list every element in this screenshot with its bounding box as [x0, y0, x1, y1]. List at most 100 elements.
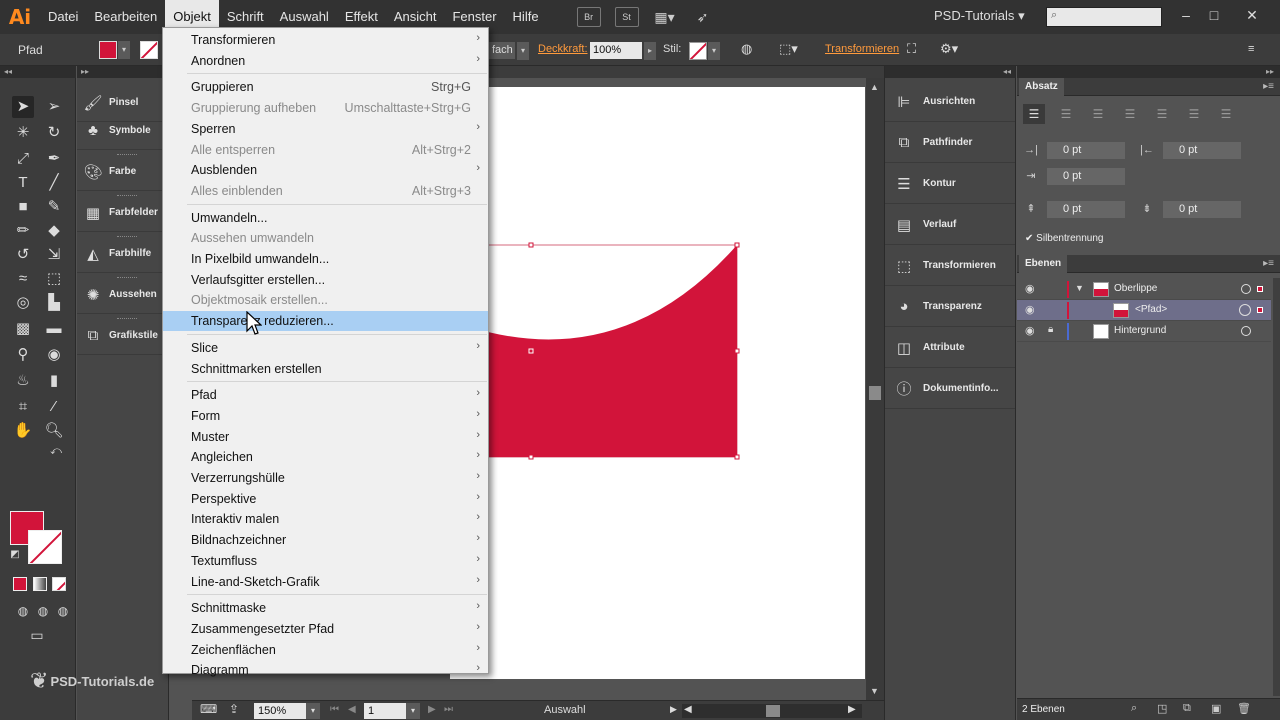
paintbrush-tool-icon[interactable]: ✎	[43, 196, 65, 218]
arrange-documents-icon[interactable]: ▦▾	[653, 7, 677, 27]
blend-tool-icon[interactable]: ◉	[43, 344, 65, 366]
space-after-field[interactable]: 0 pt	[1163, 201, 1241, 218]
panel-farbfelder[interactable]: ▦ Farbfelder	[77, 194, 169, 232]
new-layer-icon[interactable]: ▣	[1211, 702, 1221, 715]
make-clipping-mask-icon[interactable]: ◳	[1157, 702, 1167, 715]
panel-verlauf[interactable]: ▤ Verlauf	[885, 205, 1015, 245]
menu-item-gruppieren[interactable]: Gruppieren Strg+G	[163, 77, 488, 97]
target-icon[interactable]	[1241, 284, 1251, 294]
perspective-grid-tool-icon[interactable]: ▙	[43, 292, 65, 314]
justify-all-icon[interactable]: ☰	[1215, 104, 1237, 124]
menu-item-textumfluss[interactable]: Textumfluss ›	[163, 551, 488, 571]
menu-item-schnittmaske[interactable]: Schnittmaske ›	[163, 598, 488, 618]
menu-item-interaktiv-malen[interactable]: Interaktiv malen ›	[163, 509, 488, 529]
paragraph-panel-menu-icon[interactable]: ▸≡	[1263, 81, 1274, 92]
indent-right-field[interactable]: 0 pt	[1163, 142, 1241, 159]
layer-row[interactable]: ◉ ▼ Oberlippe	[1017, 279, 1271, 300]
panel-symbole[interactable]: ♣ Symbole	[77, 112, 169, 150]
opacity-field[interactable]: 100%	[590, 42, 642, 59]
panel-farbhilfe[interactable]: ◭ Farbhilfe	[77, 235, 169, 273]
lasso-tool-icon[interactable]: ↻	[43, 122, 65, 144]
options-icon[interactable]: ⚙▾	[940, 41, 958, 57]
free-transform-tool-icon[interactable]: ⬚	[43, 268, 65, 290]
fill-swatch[interactable]	[99, 41, 117, 59]
maximize-icon[interactable]: □	[1202, 4, 1226, 26]
gpu-rocket-icon[interactable]: ➶	[691, 7, 715, 27]
layer-row[interactable]: ◉ <Pfad>	[1017, 300, 1271, 321]
right-dock-header[interactable]: ▸▸	[1017, 66, 1280, 78]
menu-item-transparenz-reduzieren[interactable]: Transparenz reduzieren...	[163, 311, 488, 332]
panel-kontur[interactable]: ☰ Kontur	[885, 164, 1015, 204]
space-before-field[interactable]: 0 pt	[1047, 201, 1125, 218]
layers-panel-menu-icon[interactable]: ▸≡	[1263, 258, 1274, 269]
align-center-icon[interactable]: ☰	[1055, 104, 1077, 124]
blend-mode-field[interactable]: fach	[489, 42, 515, 59]
blend-mode-dropdown[interactable]: ▾	[517, 42, 529, 60]
shape-builder-tool-icon[interactable]: ◎	[12, 292, 34, 314]
graph-tool-icon[interactable]: ▮	[43, 370, 65, 392]
stroke-swatch[interactable]	[140, 41, 158, 59]
menu-item-transformieren[interactable]: Transformieren ›	[163, 30, 488, 50]
pencil-tool-icon[interactable]: ✏	[12, 220, 34, 242]
artboard-tool-icon[interactable]: ⌗	[12, 396, 34, 418]
first-artboard-icon[interactable]: ⏮	[330, 704, 339, 715]
zoom-dropdown[interactable]: ▾	[306, 703, 320, 719]
tab-absatz[interactable]: Absatz	[1019, 78, 1064, 96]
direct-selection-tool-icon[interactable]: ➢	[43, 96, 65, 118]
workspace-switcher[interactable]: PSD-Tutorials ▾	[934, 8, 1025, 24]
left-dock-header[interactable]: ▸▸	[77, 66, 169, 78]
draw-normal-icon[interactable]: ◍	[12, 600, 34, 622]
menu-item-zusammengesetzter-pfad[interactable]: Zusammengesetzter Pfad ›	[163, 619, 488, 639]
menu-item-schnittmarken-erstellen[interactable]: Schnittmarken erstellen	[163, 359, 488, 379]
color-mode-icon[interactable]	[13, 577, 27, 591]
selection-indicator[interactable]	[1257, 307, 1263, 313]
line-tool-icon[interactable]: ╱	[43, 172, 65, 194]
new-sublayer-icon[interactable]: ⧉	[1183, 702, 1191, 715]
trash-icon[interactable]: 🗑︎	[1237, 702, 1251, 715]
menu-item-verlaufsgitter-erstellen[interactable]: Verlaufsgitter erstellen...	[163, 270, 488, 290]
red-shape[interactable]	[488, 245, 737, 457]
pen-tool-icon[interactable]: ⤢	[12, 148, 34, 170]
menu-item-sperren[interactable]: Sperren ›	[163, 119, 488, 139]
eye-icon[interactable]: ◉	[1025, 324, 1035, 337]
vertical-scroll-thumb[interactable]	[869, 386, 881, 400]
hyphenation-checkbox[interactable]: ✔ Silbentrennung	[1025, 233, 1103, 244]
slice-tool-icon[interactable]: ⁄	[43, 396, 65, 418]
layer-name[interactable]: <Pfad>	[1135, 304, 1167, 315]
panel-grafikstile[interactable]: ⧉ Grafikstile	[77, 317, 169, 355]
selection-tool-icon[interactable]: ➤	[12, 96, 34, 118]
gradient-mode-icon[interactable]	[33, 577, 47, 591]
menu-item-in-pixelbild-umwandeln[interactable]: In Pixelbild umwandeln...	[163, 249, 488, 269]
menu-item-muster[interactable]: Muster ›	[163, 427, 488, 447]
justify-left-icon[interactable]: ☰	[1119, 104, 1141, 124]
align-right-icon[interactable]: ☰	[1087, 104, 1109, 124]
status-menu-icon[interactable]: ▶	[670, 704, 677, 715]
zoom-tool-icon[interactable]: 🔍︎	[43, 420, 65, 442]
menu-item-zeichenflächen[interactable]: Zeichenflächen ›	[163, 640, 488, 660]
scale-tool-icon[interactable]: ⇲	[43, 244, 65, 266]
bridge-button[interactable]: Br	[576, 7, 601, 27]
type-tool-icon[interactable]: T	[12, 172, 34, 194]
layer-row[interactable]: ◉ 🔒︎ Hintergrund	[1017, 321, 1271, 342]
menu-item-slice[interactable]: Slice ›	[163, 338, 488, 358]
menu-item-bildnachzeichner[interactable]: Bildnachzeichner ›	[163, 530, 488, 550]
screen-mode-icon[interactable]: ▭	[26, 624, 48, 646]
panel-ausrichten[interactable]: ⊫ Ausrichten	[885, 82, 1015, 122]
mesh-tool-icon[interactable]: ▩	[12, 318, 34, 340]
horizontal-scrollbar[interactable]: ◀ ▶	[682, 704, 862, 718]
panel-farbe[interactable]: 🎨︎ Farbe	[77, 153, 169, 191]
target-icon[interactable]	[1239, 304, 1251, 316]
align-to-icon[interactable]: ⬚▾	[779, 41, 798, 57]
prev-artboard-icon[interactable]: ◀	[348, 704, 356, 715]
swap-fill-stroke-icon[interactable]: ⤺	[49, 444, 63, 458]
panel-menu-icon[interactable]: ≡	[1248, 43, 1254, 55]
menu-item-line-and-sketch-grafik[interactable]: Line-and-Sketch-Grafik ›	[163, 572, 488, 592]
style-dropdown[interactable]: ▾	[708, 42, 720, 60]
menu-item-anordnen[interactable]: Anordnen ›	[163, 51, 488, 71]
close-icon[interactable]: ✕	[1240, 4, 1264, 26]
indent-first-line-field[interactable]: 0 pt	[1047, 168, 1125, 185]
eye-icon[interactable]: ◉	[1025, 303, 1035, 316]
tab-ebenen[interactable]: Ebenen	[1019, 255, 1068, 273]
curvature-tool-icon[interactable]: ✒	[43, 148, 65, 170]
panel-pathfinder[interactable]: ⧉ Pathfinder	[885, 123, 1015, 163]
